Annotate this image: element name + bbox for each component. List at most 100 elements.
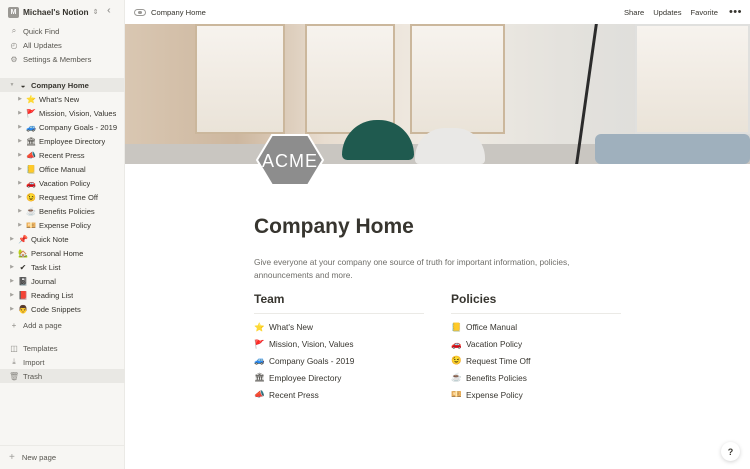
- sidebar-item-task-list[interactable]: ▶ ✔ Task List: [0, 260, 125, 274]
- workspace-switcher[interactable]: M Michael's Notion ⇕: [8, 5, 98, 19]
- triangle-right-icon[interactable]: ▶: [9, 278, 15, 284]
- triangle-right-icon[interactable]: ▶: [17, 180, 23, 186]
- workspace-name: Michael's Notion: [23, 7, 89, 17]
- triangle-right-icon[interactable]: ▶: [17, 110, 23, 116]
- sidebar-import[interactable]: ⤓ Import: [0, 355, 125, 369]
- page-link-expense-policy[interactable]: 💴 Expense Policy: [451, 386, 621, 403]
- page-link-label: Recent Press: [269, 389, 319, 400]
- sidebar-item-label: Employee Directory: [39, 136, 106, 146]
- sidebar-item-what-s-new[interactable]: ▶ ⭐ What's New: [0, 92, 125, 106]
- page-link-employee-directory[interactable]: 🏛 Employee Directory: [254, 369, 424, 386]
- page-link-recent-press[interactable]: 📣 Recent Press: [254, 386, 424, 403]
- add-page-label: Add a page: [23, 320, 62, 330]
- collapse-sidebar-icon[interactable]: ‹‹: [107, 5, 110, 16]
- plus-icon: +: [9, 452, 15, 463]
- cover-image[interactable]: [125, 24, 750, 164]
- page-link-office-manual[interactable]: 📒 Office Manual: [451, 319, 621, 336]
- triangle-right-icon[interactable]: ▶: [17, 208, 23, 214]
- favorite-button[interactable]: Favorite: [691, 8, 718, 17]
- triangle-right-icon[interactable]: ▶: [9, 306, 15, 312]
- sidebar-templates[interactable]: ◫ Templates: [0, 341, 125, 355]
- sidebar-item-label: Personal Home: [31, 248, 84, 258]
- sidebar-item-office-manual[interactable]: ▶ 📒 Office Manual: [0, 162, 125, 176]
- triangle-right-icon[interactable]: ▶: [17, 124, 23, 130]
- page-emoji-icon: ⭐: [26, 94, 36, 104]
- triangle-right-icon[interactable]: ▶: [17, 96, 23, 102]
- triangle-right-icon[interactable]: ▶: [9, 292, 15, 298]
- trash-icon: 🗑: [9, 371, 20, 381]
- sidebar-item-company-home[interactable]: ▼ ◒ Company Home: [0, 78, 125, 92]
- page-link-label: Company Goals - 2019: [269, 355, 355, 366]
- page-emoji-icon: 📕: [18, 290, 28, 300]
- sidebar-item-label: Company Home: [31, 80, 89, 90]
- triangle-right-icon[interactable]: ▶: [17, 152, 23, 158]
- more-options-icon[interactable]: •••: [729, 6, 742, 18]
- sidebar-item-code-snippets[interactable]: ▶ 👨 Code Snippets: [0, 302, 125, 316]
- triangle-right-icon[interactable]: ▶: [17, 138, 23, 144]
- page-emoji-icon: ⭐: [254, 321, 265, 332]
- sidebar-item-request-time-off[interactable]: ▶ 😉 Request Time Off: [0, 190, 125, 204]
- triangle-right-icon[interactable]: ▶: [17, 166, 23, 172]
- topbar-actions: Share Updates Favorite •••: [615, 0, 742, 24]
- triangle-right-icon[interactable]: ▶: [9, 250, 15, 256]
- updates-button[interactable]: Updates: [653, 8, 681, 17]
- sidebar-item-label: What's New: [39, 94, 80, 104]
- sidebar-item-label: Journal: [31, 276, 56, 286]
- triangle-right-icon[interactable]: ▶: [17, 222, 23, 228]
- page-emoji-icon: 📒: [26, 164, 36, 174]
- breadcrumb[interactable]: Company Home: [134, 8, 206, 17]
- page-emoji-icon: 🚙: [254, 355, 265, 366]
- sidebar-item-expense-policy[interactable]: ▶ 💴 Expense Policy: [0, 218, 125, 232]
- page-link-label: Request Time Off: [466, 355, 531, 366]
- page-link-benefits-policies[interactable]: ☕ Benefits Policies: [451, 369, 621, 386]
- triangle-down-icon[interactable]: ▼: [9, 82, 15, 88]
- add-page-button[interactable]: + Add a page: [0, 318, 125, 332]
- page-emoji-icon: 📓: [18, 276, 28, 286]
- sidebar-quick-find[interactable]: ⌕ Quick Find: [0, 24, 125, 38]
- new-page-button[interactable]: + New page: [0, 445, 125, 469]
- sidebar-item-quick-note[interactable]: ▶ 📌 Quick Note: [0, 232, 125, 246]
- policies-heading: Policies: [451, 292, 621, 314]
- sidebar-item-label: Benefits Policies: [39, 206, 95, 216]
- triangle-right-icon[interactable]: ▶: [17, 194, 23, 200]
- page-link-vacation-policy[interactable]: 🚗 Vacation Policy: [451, 336, 621, 353]
- triangle-right-icon[interactable]: ▶: [9, 236, 15, 242]
- sidebar-item-company-goals-2019[interactable]: ▶ 🚙 Company Goals - 2019: [0, 120, 125, 134]
- page-emoji-icon: 🚙: [26, 122, 36, 132]
- page-title[interactable]: Company Home: [254, 215, 414, 239]
- sidebar-settings-members[interactable]: ⚙ Settings & Members: [0, 52, 125, 66]
- page-link-request-time-off[interactable]: 😉 Request Time Off: [451, 353, 621, 370]
- page-emoji-icon: 🏛: [26, 136, 37, 146]
- sidebar-item-journal[interactable]: ▶ 📓 Journal: [0, 274, 125, 288]
- page-emoji-icon: 😉: [451, 355, 462, 366]
- sidebar-item-label: Reading List: [31, 290, 74, 300]
- page-link-label: Mission, Vision, Values: [269, 339, 354, 350]
- help-button[interactable]: ?: [721, 442, 740, 461]
- page-link-mission-vision-values[interactable]: 🚩 Mission, Vision, Values: [254, 336, 424, 353]
- sidebar-all-updates[interactable]: ◴ All Updates: [0, 38, 125, 52]
- page-icon-small: [134, 8, 146, 16]
- sidebar-nav-label: All Updates: [23, 40, 62, 50]
- sidebar-item-employee-directory[interactable]: ▶ 🏛 Employee Directory: [0, 134, 125, 148]
- sidebar-trash[interactable]: 🗑 Trash: [0, 369, 125, 383]
- page-description[interactable]: Give everyone at your company one source…: [254, 256, 624, 281]
- sidebar-bottom-label: Templates: [23, 343, 58, 353]
- clock-icon: ◴: [10, 40, 18, 50]
- share-button[interactable]: Share: [624, 8, 644, 17]
- page-emoji-icon: ☕: [26, 206, 36, 216]
- sidebar-item-vacation-policy[interactable]: ▶ 🚗 Vacation Policy: [0, 176, 125, 190]
- triangle-right-icon[interactable]: ▶: [9, 264, 15, 270]
- sidebar-item-reading-list[interactable]: ▶ 📕 Reading List: [0, 288, 125, 302]
- page-emoji-icon: ◒: [20, 80, 26, 90]
- sidebar-item-label: Company Goals - 2019: [39, 122, 118, 132]
- sidebar-item-benefits-policies[interactable]: ▶ ☕ Benefits Policies: [0, 204, 125, 218]
- page-link-company-goals-2019[interactable]: 🚙 Company Goals - 2019: [254, 353, 424, 370]
- sidebar-item-personal-home[interactable]: ▶ 🏡 Personal Home: [0, 246, 125, 260]
- sidebar-item-mission-vision-values[interactable]: ▶ 🚩 Mission, Vision, Values: [0, 106, 125, 120]
- team-column: Team ⭐ What's New 🚩 Mission, Vision, Values…: [254, 292, 424, 403]
- page-emoji-icon: 🚗: [451, 338, 462, 349]
- acme-logo-icon[interactable]: ACME: [255, 134, 325, 186]
- sidebar-item-recent-press[interactable]: ▶ 📣 Recent Press: [0, 148, 125, 162]
- page-emoji-icon: 🚩: [26, 108, 36, 118]
- page-link-what-s-new[interactable]: ⭐ What's New: [254, 319, 424, 336]
